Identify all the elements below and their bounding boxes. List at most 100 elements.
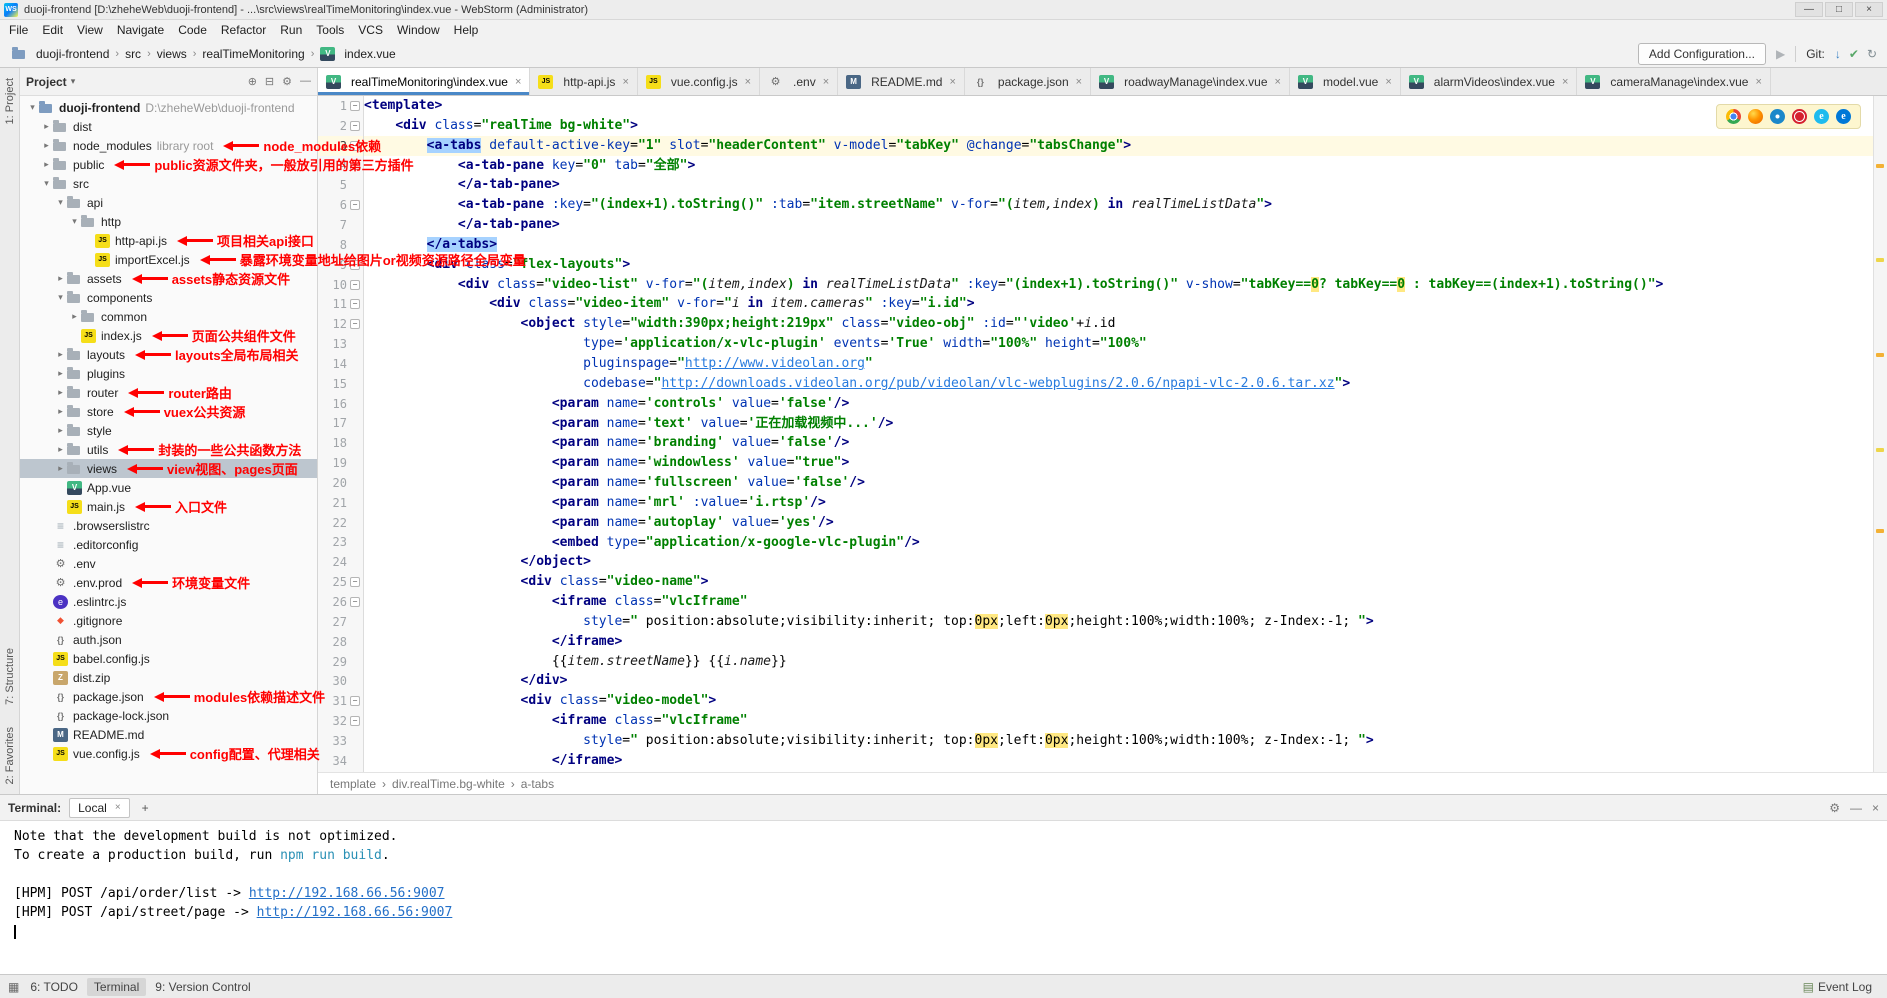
close-button[interactable]: ×	[1855, 2, 1883, 17]
tree-item-.env.prod[interactable]: ⚙.env.prod环境变量文件	[20, 573, 317, 592]
terminal-link[interactable]: http://192.168.66.56:9007	[257, 905, 453, 920]
toolwindow-button-1-project[interactable]: 1: Project	[3, 74, 17, 128]
menu-refactor[interactable]: Refactor	[214, 21, 273, 39]
fold-icon[interactable]: −	[350, 200, 360, 210]
code-line-1[interactable]: <template>	[364, 96, 1873, 116]
chevron-icon[interactable]: ▸	[54, 463, 67, 474]
chevron-icon[interactable]: ▸	[68, 311, 81, 322]
code-line-9[interactable]: <div class="flex-layouts">	[364, 255, 1873, 275]
tab-model.vue[interactable]: Vmodel.vue×	[1290, 68, 1401, 95]
chevron-icon[interactable]: ▾	[54, 292, 67, 303]
menu-help[interactable]: Help	[447, 21, 486, 39]
menu-code[interactable]: Code	[171, 21, 214, 39]
collapse-all-icon[interactable]: ⊟	[265, 75, 274, 88]
editor-breadcrumb-item[interactable]: template	[330, 777, 376, 791]
menu-edit[interactable]: Edit	[35, 21, 70, 39]
locate-file-icon[interactable]: ⊕	[248, 75, 257, 88]
chrome-icon[interactable]	[1726, 109, 1741, 124]
tree-item-App.vue[interactable]: VApp.vue	[20, 478, 317, 497]
tab-vue.config.js[interactable]: JSvue.config.js×	[638, 68, 760, 95]
fold-icon[interactable]: −	[350, 597, 360, 607]
code-line-27[interactable]: style=" position:absolute;visibility:inh…	[364, 612, 1873, 632]
tree-item-node_modules[interactable]: ▸node_moduleslibrary rootnode_modules依赖	[20, 136, 317, 155]
chevron-icon[interactable]: ▾	[54, 197, 67, 208]
chevron-icon[interactable]: ▸	[40, 140, 53, 151]
fold-icon[interactable]: −	[350, 299, 360, 309]
menu-window[interactable]: Window	[390, 21, 447, 39]
tab-alarmVideos\index.vue[interactable]: ValarmVideos\index.vue×	[1401, 68, 1578, 95]
tree-item-plugins[interactable]: ▸plugins	[20, 364, 317, 383]
code-line-2[interactable]: <div class="realTime bg-white">	[364, 116, 1873, 136]
tree-item-components[interactable]: ▾components	[20, 288, 317, 307]
tree-item-dist[interactable]: ▸dist	[20, 117, 317, 136]
tree-item-duoji-frontend[interactable]: ▾duoji-frontendD:\zheheWeb\duoji-fronten…	[20, 98, 317, 117]
menu-run[interactable]: Run	[273, 21, 309, 39]
chevron-icon[interactable]: ▸	[40, 159, 53, 170]
code-line-28[interactable]: </iframe>	[364, 632, 1873, 652]
editor-scrollbar[interactable]	[1873, 96, 1887, 772]
tree-item-src[interactable]: ▾src	[20, 174, 317, 193]
editor-breadcrumb-item[interactable]: div.realTime.bg-white	[392, 777, 505, 791]
code-line-10[interactable]: <div class="video-list" v-for="(item,ind…	[364, 275, 1873, 295]
statusbar-event-log[interactable]: ▤Event Log	[1796, 978, 1879, 996]
fold-icon[interactable]: −	[350, 101, 360, 111]
code-line-18[interactable]: <param name='branding' value='false'/>	[364, 433, 1873, 453]
close-icon[interactable]: ×	[823, 76, 829, 88]
chevron-icon[interactable]: ▾	[68, 216, 81, 227]
tree-item-.env[interactable]: ⚙.env	[20, 554, 317, 573]
code-line-16[interactable]: <param name='controls' value='false'/>	[364, 394, 1873, 414]
firefox-icon[interactable]	[1748, 109, 1763, 124]
tree-item-dist.zip[interactable]: Zdist.zip	[20, 668, 317, 687]
minimize-button[interactable]: —	[1795, 2, 1823, 17]
code-line-34[interactable]: </iframe>	[364, 751, 1873, 771]
menu-tools[interactable]: Tools	[309, 21, 351, 39]
code-line-33[interactable]: style=" position:absolute;visibility:inh…	[364, 731, 1873, 751]
chevron-icon[interactable]: ▸	[40, 121, 53, 132]
tab-cameraManage\index.vue[interactable]: VcameraManage\index.vue×	[1577, 68, 1771, 95]
tree-item-api[interactable]: ▾api	[20, 193, 317, 212]
chevron-down-icon[interactable]: ▾	[71, 76, 76, 87]
git-commit-icon[interactable]: ✔	[1849, 47, 1859, 61]
toolwindow-button-2-favorites[interactable]: 2: Favorites	[3, 723, 17, 788]
breadcrumb-item-realTimeMonitoring[interactable]: realTimeMonitoring	[200, 45, 306, 63]
tree-item-common[interactable]: ▸common	[20, 307, 317, 326]
statusbar-9-version-control[interactable]: 9: Version Control	[148, 978, 257, 996]
code-line-32[interactable]: <iframe class="vlcIframe"	[364, 711, 1873, 731]
code-editor[interactable]: 1−2−3−4−56−789−10−11−12−1314151617181920…	[318, 96, 1887, 772]
tree-item-http-api.js[interactable]: JShttp-api.js项目相关api接口	[20, 231, 317, 250]
tree-item-store[interactable]: ▸storevuex公共资源	[20, 402, 317, 421]
chevron-icon[interactable]: ▸	[54, 368, 67, 379]
code-lines[interactable]: <template> <div class="realTime bg-white…	[364, 96, 1873, 772]
terminal-link[interactable]: http://192.168.66.56:9007	[249, 886, 445, 901]
tab-package.json[interactable]: {}package.json×	[965, 68, 1091, 95]
tree-item-index.js[interactable]: JSindex.js页面公共组件文件	[20, 326, 317, 345]
close-icon[interactable]: ×	[949, 76, 955, 88]
close-icon[interactable]: ×	[1385, 76, 1391, 88]
tree-item-router[interactable]: ▸routerrouter路由	[20, 383, 317, 402]
chevron-icon[interactable]: ▸	[54, 444, 67, 455]
tree-item-utils[interactable]: ▸utils封装的一些公共函数方法	[20, 440, 317, 459]
chevron-icon[interactable]: ▸	[54, 349, 67, 360]
code-line-3[interactable]: <a-tabs default-active-key="1" slot="hea…	[364, 136, 1873, 156]
code-line-24[interactable]: </object>	[364, 552, 1873, 572]
fold-icon[interactable]: −	[350, 696, 360, 706]
code-line-22[interactable]: <param name='autoplay' value='yes'/>	[364, 513, 1873, 533]
edge-icon[interactable]: e	[1836, 109, 1851, 124]
safari-icon[interactable]	[1770, 109, 1785, 124]
code-line-19[interactable]: <param name='windowless' value="true">	[364, 453, 1873, 473]
code-line-23[interactable]: <embed type="application/x-google-vlc-pl…	[364, 533, 1873, 553]
history-icon[interactable]: ↻	[1867, 47, 1877, 61]
tree-item-layouts[interactable]: ▸layoutslayouts全局布局相关	[20, 345, 317, 364]
settings-icon[interactable]: ⚙	[1829, 801, 1840, 815]
tree-item-package.json[interactable]: {}package.jsonmodules依赖描述文件	[20, 687, 317, 706]
code-line-21[interactable]: <param name='mrl' :value='i.rtsp'/>	[364, 493, 1873, 513]
code-line-7[interactable]: </a-tab-pane>	[364, 215, 1873, 235]
code-line-11[interactable]: <div class="video-item" v-for="i in item…	[364, 294, 1873, 314]
close-icon[interactable]: ×	[1872, 801, 1879, 815]
chevron-icon[interactable]: ▸	[54, 406, 67, 417]
tree-item-.editorconfig[interactable]: ≡.editorconfig	[20, 535, 317, 554]
code-line-12[interactable]: <object style="width:390px;height:219px"…	[364, 314, 1873, 334]
tree-item-.eslintrc.js[interactable]: e.eslintrc.js	[20, 592, 317, 611]
fold-icon[interactable]: −	[350, 121, 360, 131]
tree-item-.gitignore[interactable]: ◆.gitignore	[20, 611, 317, 630]
